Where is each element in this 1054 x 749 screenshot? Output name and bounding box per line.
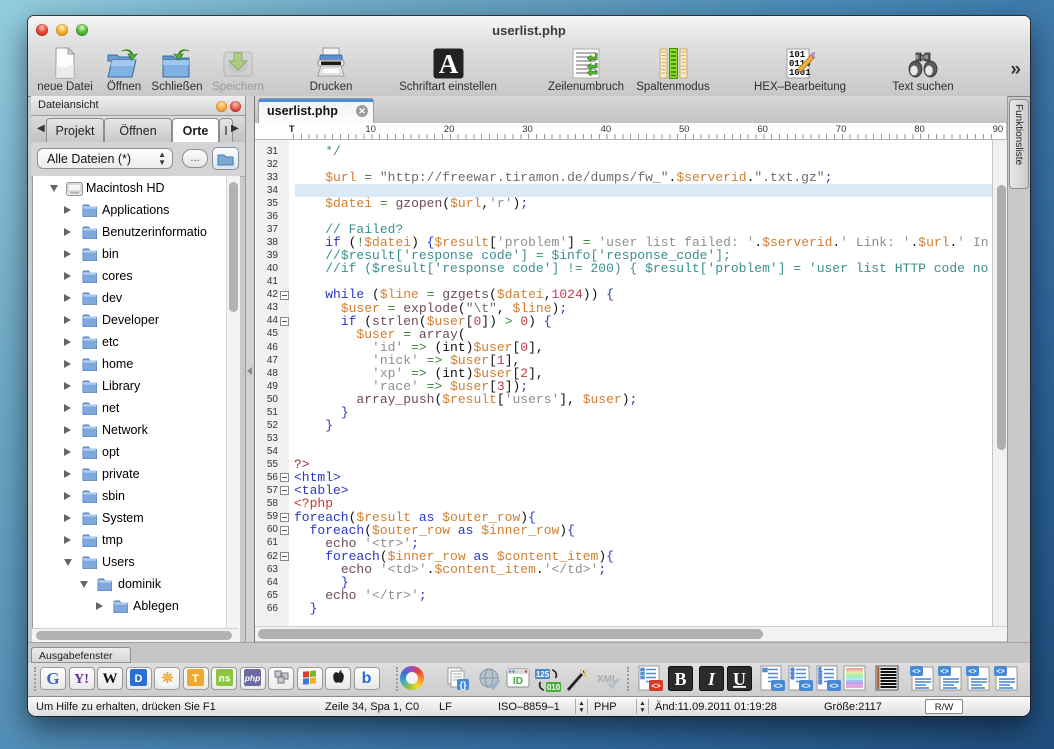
svg-text:{}: {} xyxy=(459,680,467,690)
svg-text:<>: <> xyxy=(912,669,920,676)
svg-text:125: 125 xyxy=(536,670,550,679)
svg-text:ns: ns xyxy=(218,674,230,685)
svg-text:php: php xyxy=(244,673,260,683)
svg-text:ID: ID xyxy=(513,676,523,687)
svg-text:<>: <> xyxy=(996,669,1004,676)
svg-text:D: D xyxy=(135,673,143,685)
svg-text:U: U xyxy=(733,669,746,689)
svg-text:T: T xyxy=(192,673,199,685)
svg-text:<>: <> xyxy=(829,682,839,691)
svg-text:<>: <> xyxy=(773,682,783,691)
svg-text:B: B xyxy=(674,669,686,689)
svg-text:<>: <> xyxy=(651,682,661,691)
svg-text:<>: <> xyxy=(940,669,948,676)
svg-text:I: I xyxy=(707,669,716,689)
svg-text:010: 010 xyxy=(547,683,561,692)
svg-text:<>: <> xyxy=(801,682,811,691)
svg-text:A: A xyxy=(438,49,458,79)
svg-text:<>: <> xyxy=(968,669,976,676)
